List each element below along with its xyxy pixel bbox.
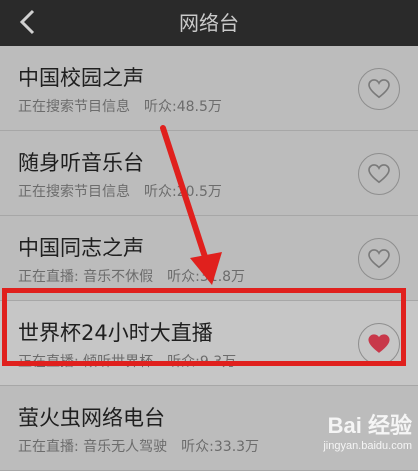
station-name: 世界杯24小时大直播	[18, 321, 213, 345]
station-listeners: 听众:48.5万	[144, 99, 222, 115]
station-status: 正在直播: 音乐不休假	[18, 269, 154, 285]
page-title: 网络台	[179, 11, 239, 35]
station-info: 正在直播: 倾听世界杯 听众:9.3万	[18, 351, 236, 371]
station-info: 正在搜索节目信息 听众:48.5万	[18, 96, 222, 116]
favorite-button[interactable]	[358, 238, 400, 280]
top-bar: 网络台	[0, 0, 418, 46]
heart-icon	[368, 249, 390, 269]
station-name: 中国同志之声	[18, 236, 144, 260]
station-info: 正在搜索节目信息 听众:20.5万	[18, 181, 222, 201]
station-status: 正在直播: 音乐无人驾驶	[18, 439, 168, 455]
favorite-button[interactable]	[358, 323, 400, 365]
heart-icon	[368, 79, 390, 99]
list-item[interactable]: 中国校园之声 正在搜索节目信息 听众:48.5万	[0, 46, 418, 131]
station-name: 中国校园之声	[18, 66, 144, 90]
favorite-button[interactable]	[358, 68, 400, 110]
station-status: 正在搜索节目信息	[18, 99, 130, 115]
heart-icon	[368, 164, 390, 184]
station-listeners: 听众:31.8万	[167, 269, 246, 285]
station-status: 正在直播: 倾听世界杯	[18, 354, 154, 370]
station-listeners: 听众:9.3万	[167, 354, 237, 370]
station-listeners: 听众:20.5万	[144, 184, 222, 200]
station-info: 正在直播: 音乐不休假 听众:31.8万	[18, 266, 245, 286]
heart-filled-icon	[368, 334, 390, 353]
list-item[interactable]: 中国同志之声 正在直播: 音乐不休假 听众:31.8万	[0, 216, 418, 301]
watermark-logo: Bai 经验	[327, 413, 412, 438]
list-item[interactable]: 随身听音乐台 正在搜索节目信息 听众:20.5万	[0, 131, 418, 216]
list-item[interactable]: 世界杯24小时大直播 正在直播: 倾听世界杯 听众:9.3万	[0, 301, 418, 386]
station-info: 正在直播: 音乐无人驾驶 听众:33.3万	[18, 436, 259, 456]
station-listeners: 听众:33.3万	[181, 439, 260, 455]
station-status: 正在搜索节目信息	[18, 184, 130, 200]
watermark-url: jingyan.baidu.com	[323, 440, 412, 452]
watermark: Bai 经验 jingyan.baidu.com	[323, 408, 412, 452]
station-name: 随身听音乐台	[18, 151, 144, 175]
favorite-button[interactable]	[358, 153, 400, 195]
station-name: 萤火虫网络电台	[18, 406, 165, 430]
